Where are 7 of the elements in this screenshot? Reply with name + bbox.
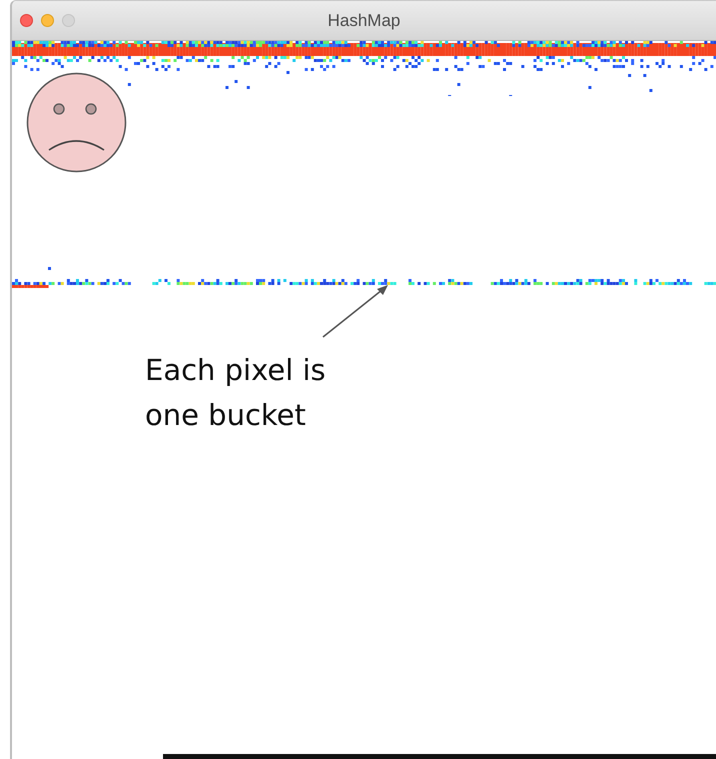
sad-face-icon — [26, 72, 127, 173]
leader-line — [322, 283, 390, 338]
window-title: HashMap — [328, 10, 400, 30]
minimize-button[interactable] — [41, 14, 54, 27]
annotation-text: Each pixel is one bucket — [145, 352, 327, 434]
close-button[interactable] — [20, 14, 33, 27]
zoom-button[interactable] — [62, 14, 75, 27]
